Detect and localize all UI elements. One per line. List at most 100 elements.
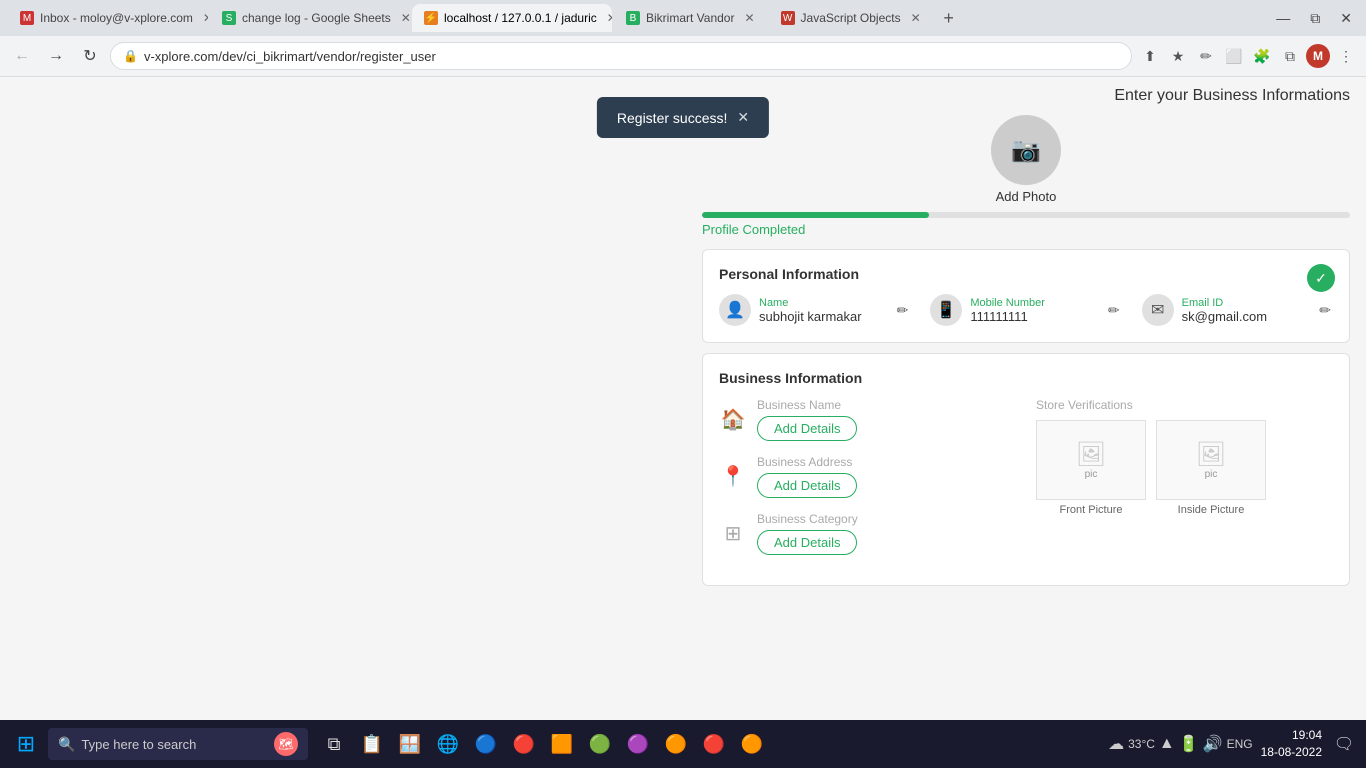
screenshot-icon[interactable]: ⬜ <box>1222 44 1246 68</box>
tab-close-bikrimart[interactable]: ✕ <box>744 11 754 25</box>
window-close[interactable]: ✕ <box>1334 8 1358 29</box>
taskbar-app-2[interactable]: 🪟 <box>392 726 428 762</box>
inside-picture-upload[interactable]: 🖼 pic <box>1156 420 1266 500</box>
business-info-card: Business Information 🏠 Business Name Add… <box>702 353 1350 586</box>
url-bar[interactable]: 🔒 v-xplore.com/dev/ci_bikrimart/vendor/r… <box>110 42 1132 70</box>
taskbar-datetime[interactable]: 19:04 18-08-2022 <box>1261 727 1322 761</box>
tab-sheets[interactable]: S change log - Google Sheets ✕ <box>210 4 410 32</box>
windows-logo-icon: ⊞ <box>17 731 35 757</box>
business-address-row: 📍 Business Address Add Details <box>719 455 1016 498</box>
mobile-edit-btn[interactable]: ✏ <box>1106 300 1122 321</box>
browser-chrome: M Inbox - moloy@v-xplore.com ✕ S change … <box>0 0 1366 77</box>
tab-bikrimart[interactable]: B Bikrimart Vandor ✕ <box>614 4 767 32</box>
cortana-icon[interactable]: 🗺 <box>274 732 298 756</box>
taskbar-app-8[interactable]: 🔴 <box>696 726 732 762</box>
notification-center-button[interactable]: 🗨 <box>1330 730 1358 758</box>
menu-icon[interactable]: ⋮ <box>1334 44 1358 68</box>
business-category-label: Business Category <box>757 512 1016 526</box>
toast-message: Register success! <box>617 110 727 126</box>
sidebar-icon[interactable]: ⧉ <box>1278 44 1302 68</box>
name-edit-btn[interactable]: ✏ <box>895 300 911 321</box>
taskbar-time: 19:04 <box>1261 727 1322 744</box>
tab-js[interactable]: W JavaScript Objects ✕ <box>769 4 933 32</box>
tab-label-js: JavaScript Objects <box>801 11 901 25</box>
mobile-value: 111111111 <box>970 309 1098 324</box>
window-restore[interactable]: ⧉ <box>1304 8 1326 29</box>
business-category-content: Business Category Add Details <box>757 512 1016 555</box>
volume-icon[interactable]: 🔊 <box>1203 734 1223 754</box>
taskbar-app-3[interactable]: 🔴 <box>506 726 542 762</box>
business-left: 🏠 Business Name Add Details 📍 Business A… <box>719 398 1016 569</box>
business-name-row: 🏠 Business Name Add Details <box>719 398 1016 441</box>
taskbar-pinned-apps: ⧉ 📋 🪟 🌐 🔵 🔴 🟧 🟢 🟣 🟠 🔴 🟠 <box>316 726 770 762</box>
tab-close-gmail[interactable]: ✕ <box>203 11 208 25</box>
mobile-label: Mobile Number <box>970 297 1098 309</box>
tab-close-localhost[interactable]: ✕ <box>607 11 612 25</box>
name-value: subhojit karmakar <box>759 309 887 324</box>
tab-close-js[interactable]: ✕ <box>911 11 921 25</box>
window-minimize[interactable]: — <box>1270 8 1296 28</box>
cortana-map-icon: 🗺 <box>278 737 293 751</box>
refresh-button[interactable]: ↻ <box>76 42 104 70</box>
photo-upload-button[interactable]: 📷 <box>991 115 1061 185</box>
battery-icon[interactable]: 🔋 <box>1179 734 1199 754</box>
extensions-icon[interactable]: 🧩 <box>1250 44 1274 68</box>
progress-label: Profile Completed <box>702 222 1350 237</box>
front-picture-upload[interactable]: 🖼 pic <box>1036 420 1146 500</box>
new-tab-button[interactable]: + <box>935 4 963 32</box>
language-text: ENG <box>1227 737 1253 751</box>
taskbar-right: ☁ 33°C ▲ 🔋 🔊 ENG 19:04 18-08-2022 🗨 <box>1108 727 1358 761</box>
tab-label-bikrimart: Bikrimart Vandor <box>646 11 734 25</box>
profile-avatar[interactable]: M <box>1306 44 1330 68</box>
tab-favicon-gmail: M <box>20 11 34 25</box>
business-category-add-btn[interactable]: Add Details <box>757 530 857 555</box>
personal-info-title: Personal Information <box>719 266 1333 282</box>
progress-section: Profile Completed <box>702 212 1350 237</box>
page-content: Register success! ✕ Enter your Business … <box>0 77 1366 721</box>
taskbar-search-icon: 🔍 <box>58 736 75 753</box>
inside-pic-icon: 🖼 <box>1196 440 1226 469</box>
front-picture-label: Front Picture <box>1060 504 1123 516</box>
category-icon: ⊞ <box>719 521 747 546</box>
name-label: Name <box>759 297 887 309</box>
personal-info-card: Personal Information ✓ 👤 Name subhojit k… <box>702 249 1350 343</box>
taskbar-edge-dev[interactable]: 🔵 <box>468 726 504 762</box>
store-pics: 🖼 pic Front Picture 🖼 pic <box>1036 420 1333 516</box>
phone-icon: 📱 <box>930 294 962 326</box>
location-icon: 📍 <box>719 464 747 489</box>
taskbar-task-view[interactable]: ⧉ <box>316 726 352 762</box>
business-name-label: Business Name <box>757 398 1016 412</box>
inside-picture-container: 🖼 pic Inside Picture <box>1156 420 1266 516</box>
tab-favicon-js: W <box>781 11 795 25</box>
toast-close-btn[interactable]: ✕ <box>737 109 749 126</box>
start-button[interactable]: ⊞ <box>8 726 44 762</box>
url-text: v-xplore.com/dev/ci_bikrimart/vendor/reg… <box>144 49 1119 64</box>
personal-info-checkmark: ✓ <box>1307 264 1335 292</box>
tab-label-localhost: localhost / 127.0.0.1 / jaduric <box>444 11 597 25</box>
taskbar-app-6[interactable]: 🟣 <box>620 726 656 762</box>
temperature-text: 33°C <box>1128 737 1155 751</box>
highlight-icon[interactable]: ✏ <box>1194 44 1218 68</box>
taskbar-edge[interactable]: 🌐 <box>430 726 466 762</box>
taskbar-app-4[interactable]: 🟧 <box>544 726 580 762</box>
address-bar: ← → ↻ 🔒 v-xplore.com/dev/ci_bikrimart/ve… <box>0 36 1366 76</box>
share-icon[interactable]: ⬆ <box>1138 44 1162 68</box>
taskbar-app-5[interactable]: 🟢 <box>582 726 618 762</box>
tab-localhost[interactable]: ⚡ localhost / 127.0.0.1 / jaduric ✕ <box>412 4 612 32</box>
business-address-add-btn[interactable]: Add Details <box>757 473 857 498</box>
business-name-add-btn[interactable]: Add Details <box>757 416 857 441</box>
back-button[interactable]: ← <box>8 42 36 70</box>
taskbar-app-1[interactable]: 📋 <box>354 726 390 762</box>
network-icon[interactable]: ▲ <box>1159 735 1175 753</box>
tab-favicon-sheets: S <box>222 11 236 25</box>
bookmark-icon[interactable]: ★ <box>1166 44 1190 68</box>
taskbar-app-9[interactable]: 🟠 <box>734 726 770 762</box>
tab-gmail[interactable]: M Inbox - moloy@v-xplore.com ✕ <box>8 4 208 32</box>
taskbar-search-box[interactable]: 🔍 Type here to search 🗺 <box>48 728 308 760</box>
taskbar-app-7[interactable]: 🟠 <box>658 726 694 762</box>
front-picture-container: 🖼 pic Front Picture <box>1036 420 1146 516</box>
tab-close-sheets[interactable]: ✕ <box>401 11 410 25</box>
forward-button[interactable]: → <box>42 42 70 70</box>
email-edit-btn[interactable]: ✏ <box>1317 300 1333 321</box>
progress-bar-container <box>702 212 1350 218</box>
